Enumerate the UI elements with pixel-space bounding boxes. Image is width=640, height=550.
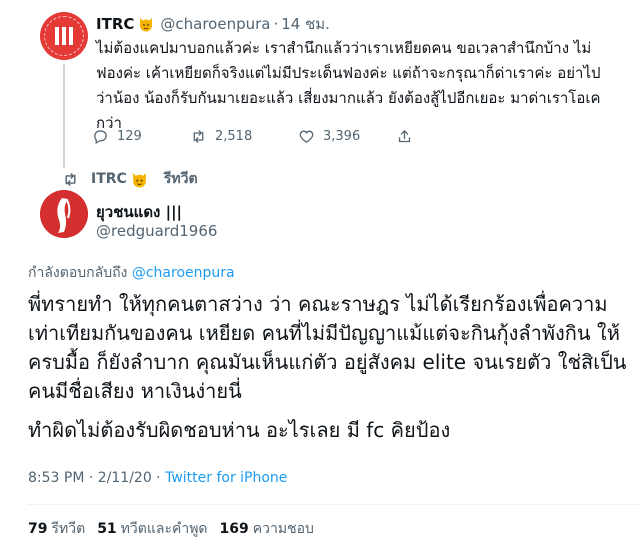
retweets-stat[interactable]: 79 รีทวีต	[28, 518, 85, 540]
heart-icon	[299, 130, 314, 143]
avatar[interactable]	[40, 190, 88, 238]
retweets-count: 79	[28, 521, 48, 537]
retweet-label: รีทวีต	[163, 171, 198, 187]
reply-mention-link[interactable]: @charoenpura	[132, 265, 235, 281]
retweet-count: 2,518	[215, 129, 253, 144]
tweet-time[interactable]: 14 ชม.	[281, 12, 330, 36]
tweet-text: ไม่ต้องแคปมาบอกแล้วค่ะ เราสำนึกแล้วว่าเร…	[96, 39, 601, 132]
author-handle[interactable]: @redguard1966	[96, 222, 217, 240]
tweet-meta: 8:53 PM · 2/11/20 · Twitter for iPhone	[28, 470, 287, 486]
cat-emoji-icon	[140, 18, 153, 32]
like-count: 3,396	[323, 129, 361, 144]
tweet-text: พี่ทรายทำ ให้ทุกคนตาสว่าง ว่า คณะราษฎร ไ…	[28, 290, 628, 445]
parent-tweet[interactable]: ITRC @charoenpura · 14 ชม. ไม่ต้องแคปมาบ…	[0, 0, 640, 168]
quotes-label: ทวีตและคำพูด	[120, 521, 208, 537]
tweet-actions: 129 2,518 3,396	[92, 128, 413, 145]
divider	[28, 504, 640, 505]
likes-label: ความชอบ	[252, 521, 314, 537]
redguard-logo-icon	[40, 190, 88, 238]
tweet-paragraph: พี่ทรายทำ ให้ทุกคนตาสว่าง ว่า คณะราษฎร ไ…	[28, 292, 627, 403]
like-button[interactable]: 3,396	[298, 128, 396, 145]
reply-button[interactable]: 129	[92, 128, 190, 145]
avatar[interactable]	[40, 12, 88, 60]
share-icon	[398, 130, 411, 143]
retweet-icon	[65, 172, 76, 186]
retweet-button[interactable]: 2,518	[190, 128, 298, 145]
replying-to-prefix: กำลังตอบกลับถึง	[28, 265, 128, 281]
author-name[interactable]: ยุวชนแดง |||	[96, 200, 182, 224]
retweet-banner[interactable]: ITRC รีทวีต	[62, 168, 198, 190]
tweet-stats: 79 รีทวีต 51 ทวีตและคำพูด 169 ความชอบ	[28, 518, 314, 540]
likes-stat[interactable]: 169 ความชอบ	[220, 518, 314, 540]
author-name[interactable]: ITRC	[96, 15, 134, 33]
reply-count: 129	[117, 129, 142, 144]
tweet-header: ITRC @charoenpura · 14 ชม.	[96, 12, 330, 36]
tweet-timestamp[interactable]: 8:53 PM · 2/11/20 ·	[28, 470, 161, 486]
quotes-count: 51	[97, 521, 117, 537]
retweet-icon	[193, 130, 204, 143]
replying-to: กำลังตอบกลับถึง @charoenpura	[28, 262, 235, 284]
thread-connector-line	[63, 64, 65, 168]
source-link[interactable]: Twitter for iPhone	[165, 470, 287, 486]
tweet-paragraph: ทำผิดไม่ต้องรับผิดชอบห่าน อะไรเลย มี fc …	[28, 418, 451, 442]
likes-count: 169	[219, 521, 249, 537]
author-handle[interactable]: @charoenpura	[160, 15, 270, 33]
share-button[interactable]	[396, 128, 413, 145]
retweeter-name[interactable]: ITRC	[91, 171, 127, 187]
quotes-stat[interactable]: 51 ทวีตและคำพูด	[97, 518, 207, 540]
retweets-label: รีทวีต	[51, 521, 86, 537]
avatar-ring-decoration	[44, 16, 84, 56]
separator-dot: ·	[273, 15, 279, 33]
reply-icon	[94, 130, 107, 145]
cat-emoji-icon	[132, 172, 146, 187]
